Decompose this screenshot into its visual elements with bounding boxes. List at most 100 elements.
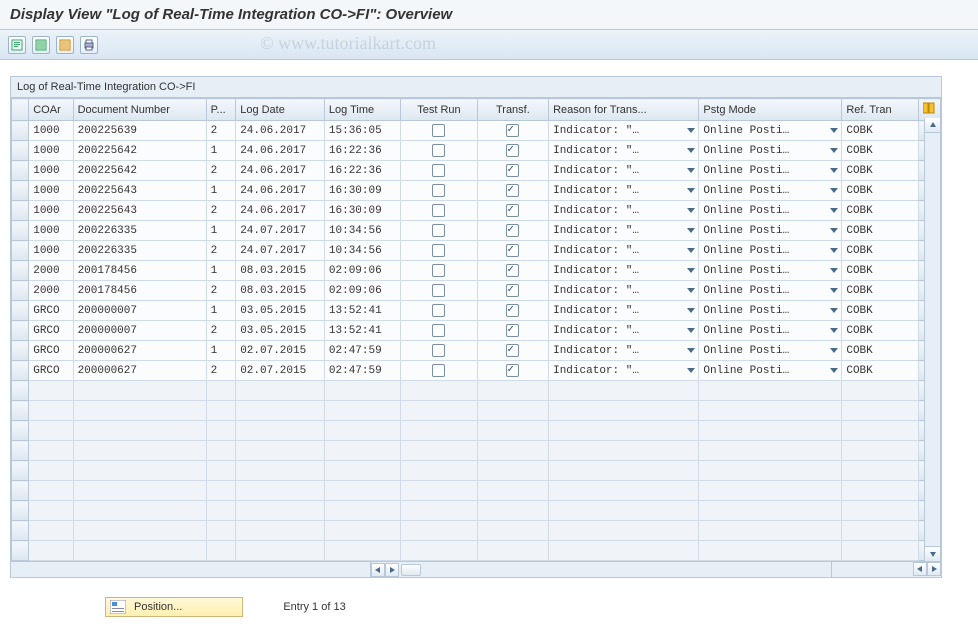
table-row[interactable]: GRCO200000007203.05.201513:52:41Indicato…: [12, 321, 941, 341]
row-selector[interactable]: [12, 201, 29, 221]
toolbar-print-button[interactable]: [80, 36, 98, 54]
cell-transf[interactable]: [477, 341, 548, 361]
cell-reason[interactable]: Indicator: "…: [549, 321, 699, 341]
cell-reason[interactable]: Indicator: "…: [549, 361, 699, 381]
table-row[interactable]: 1000200225642124.06.201716:22:36Indicato…: [12, 141, 941, 161]
table-row[interactable]: 2000200178456108.03.201502:09:06Indicato…: [12, 261, 941, 281]
col-row-selector[interactable]: [12, 99, 29, 121]
cell-testrun[interactable]: [401, 201, 477, 221]
toolbar-deselect-all-button[interactable]: [56, 36, 74, 54]
col-logdate[interactable]: Log Date: [236, 99, 325, 121]
col-reftran[interactable]: Ref. Tran: [842, 99, 918, 121]
cell-testrun[interactable]: [401, 261, 477, 281]
cell-pstgmode[interactable]: Online Posti…: [699, 201, 842, 221]
vertical-scrollbar[interactable]: [924, 118, 940, 561]
cell-pstgmode[interactable]: Online Posti…: [699, 221, 842, 241]
cell-reason[interactable]: Indicator: "…: [549, 201, 699, 221]
row-selector[interactable]: [12, 261, 29, 281]
row-selector[interactable]: [12, 161, 29, 181]
scroll-left-button-2[interactable]: [913, 562, 927, 576]
cell-pstgmode[interactable]: Online Posti…: [699, 321, 842, 341]
table-row[interactable]: 1000200225643224.06.201716:30:09Indicato…: [12, 201, 941, 221]
cell-reason[interactable]: Indicator: "…: [549, 261, 699, 281]
table-row[interactable]: 2000200178456208.03.201502:09:06Indicato…: [12, 281, 941, 301]
cell-pstgmode[interactable]: Online Posti…: [699, 281, 842, 301]
cell-reason[interactable]: Indicator: "…: [549, 121, 699, 141]
cell-pstgmode[interactable]: Online Posti…: [699, 161, 842, 181]
cell-reason[interactable]: Indicator: "…: [549, 181, 699, 201]
cell-transf[interactable]: [477, 361, 548, 381]
cell-transf[interactable]: [477, 261, 548, 281]
cell-pstgmode[interactable]: Online Posti…: [699, 361, 842, 381]
cell-transf[interactable]: [477, 161, 548, 181]
table-row[interactable]: 1000200226335124.07.201710:34:56Indicato…: [12, 221, 941, 241]
cell-transf[interactable]: [477, 221, 548, 241]
cell-pstgmode[interactable]: Online Posti…: [699, 261, 842, 281]
scroll-right-button[interactable]: [385, 563, 399, 577]
row-selector[interactable]: [12, 241, 29, 261]
cell-testrun[interactable]: [401, 241, 477, 261]
cell-pstgmode[interactable]: Online Posti…: [699, 181, 842, 201]
row-selector[interactable]: [12, 321, 29, 341]
col-pstgmode[interactable]: Pstg Mode: [699, 99, 842, 121]
scroll-thumb[interactable]: [401, 564, 421, 576]
col-testrun[interactable]: Test Run: [401, 99, 477, 121]
table-row[interactable]: GRCO200000007103.05.201513:52:41Indicato…: [12, 301, 941, 321]
row-selector[interactable]: [12, 181, 29, 201]
cell-pstgmode[interactable]: Online Posti…: [699, 341, 842, 361]
col-reason[interactable]: Reason for Trans...: [549, 99, 699, 121]
cell-transf[interactable]: [477, 281, 548, 301]
cell-transf[interactable]: [477, 141, 548, 161]
toolbar-details-button[interactable]: [8, 36, 26, 54]
cell-testrun[interactable]: [401, 361, 477, 381]
cell-reason[interactable]: Indicator: "…: [549, 221, 699, 241]
cell-transf[interactable]: [477, 241, 548, 261]
table-row[interactable]: 1000200225643124.06.201716:30:09Indicato…: [12, 181, 941, 201]
cell-transf[interactable]: [477, 181, 548, 201]
cell-testrun[interactable]: [401, 121, 477, 141]
cell-testrun[interactable]: [401, 161, 477, 181]
cell-testrun[interactable]: [401, 341, 477, 361]
col-docnum[interactable]: Document Number: [73, 99, 206, 121]
row-selector[interactable]: [12, 281, 29, 301]
row-selector[interactable]: [12, 341, 29, 361]
scroll-left-button[interactable]: [371, 563, 385, 577]
table-row[interactable]: 1000200226335224.07.201710:34:56Indicato…: [12, 241, 941, 261]
cell-transf[interactable]: [477, 121, 548, 141]
table-row[interactable]: GRCO200000627202.07.201502:47:59Indicato…: [12, 361, 941, 381]
row-selector[interactable]: [12, 221, 29, 241]
scroll-right-button-2[interactable]: [927, 562, 941, 576]
cell-reason[interactable]: Indicator: "…: [549, 241, 699, 261]
cell-testrun[interactable]: [401, 181, 477, 201]
col-logtime[interactable]: Log Time: [324, 99, 400, 121]
cell-pstgmode[interactable]: Online Posti…: [699, 241, 842, 261]
cell-transf[interactable]: [477, 321, 548, 341]
cell-testrun[interactable]: [401, 141, 477, 161]
row-selector[interactable]: [12, 141, 29, 161]
cell-reason[interactable]: Indicator: "…: [549, 281, 699, 301]
cell-testrun[interactable]: [401, 321, 477, 341]
toolbar-select-all-button[interactable]: [32, 36, 50, 54]
scroll-down-button[interactable]: [925, 546, 940, 561]
cell-testrun[interactable]: [401, 301, 477, 321]
table-row[interactable]: GRCO200000627102.07.201502:47:59Indicato…: [12, 341, 941, 361]
cell-testrun[interactable]: [401, 221, 477, 241]
table-row[interactable]: 1000200225642224.06.201716:22:36Indicato…: [12, 161, 941, 181]
row-selector[interactable]: [12, 121, 29, 141]
cell-pstgmode[interactable]: Online Posti…: [699, 121, 842, 141]
cell-pstgmode[interactable]: Online Posti…: [699, 141, 842, 161]
table-row[interactable]: 1000200225639224.06.201715:36:05Indicato…: [12, 121, 941, 141]
cell-pstgmode[interactable]: Online Posti…: [699, 301, 842, 321]
position-button[interactable]: Position...: [105, 597, 243, 617]
row-selector[interactable]: [12, 301, 29, 321]
horizontal-scrollbar[interactable]: [10, 562, 942, 578]
col-coar[interactable]: COAr: [29, 99, 73, 121]
cell-transf[interactable]: [477, 201, 548, 221]
cell-reason[interactable]: Indicator: "…: [549, 161, 699, 181]
scroll-up-button[interactable]: [925, 118, 940, 133]
row-selector[interactable]: [12, 361, 29, 381]
cell-reason[interactable]: Indicator: "…: [549, 301, 699, 321]
cell-transf[interactable]: [477, 301, 548, 321]
cell-testrun[interactable]: [401, 281, 477, 301]
cell-reason[interactable]: Indicator: "…: [549, 341, 699, 361]
